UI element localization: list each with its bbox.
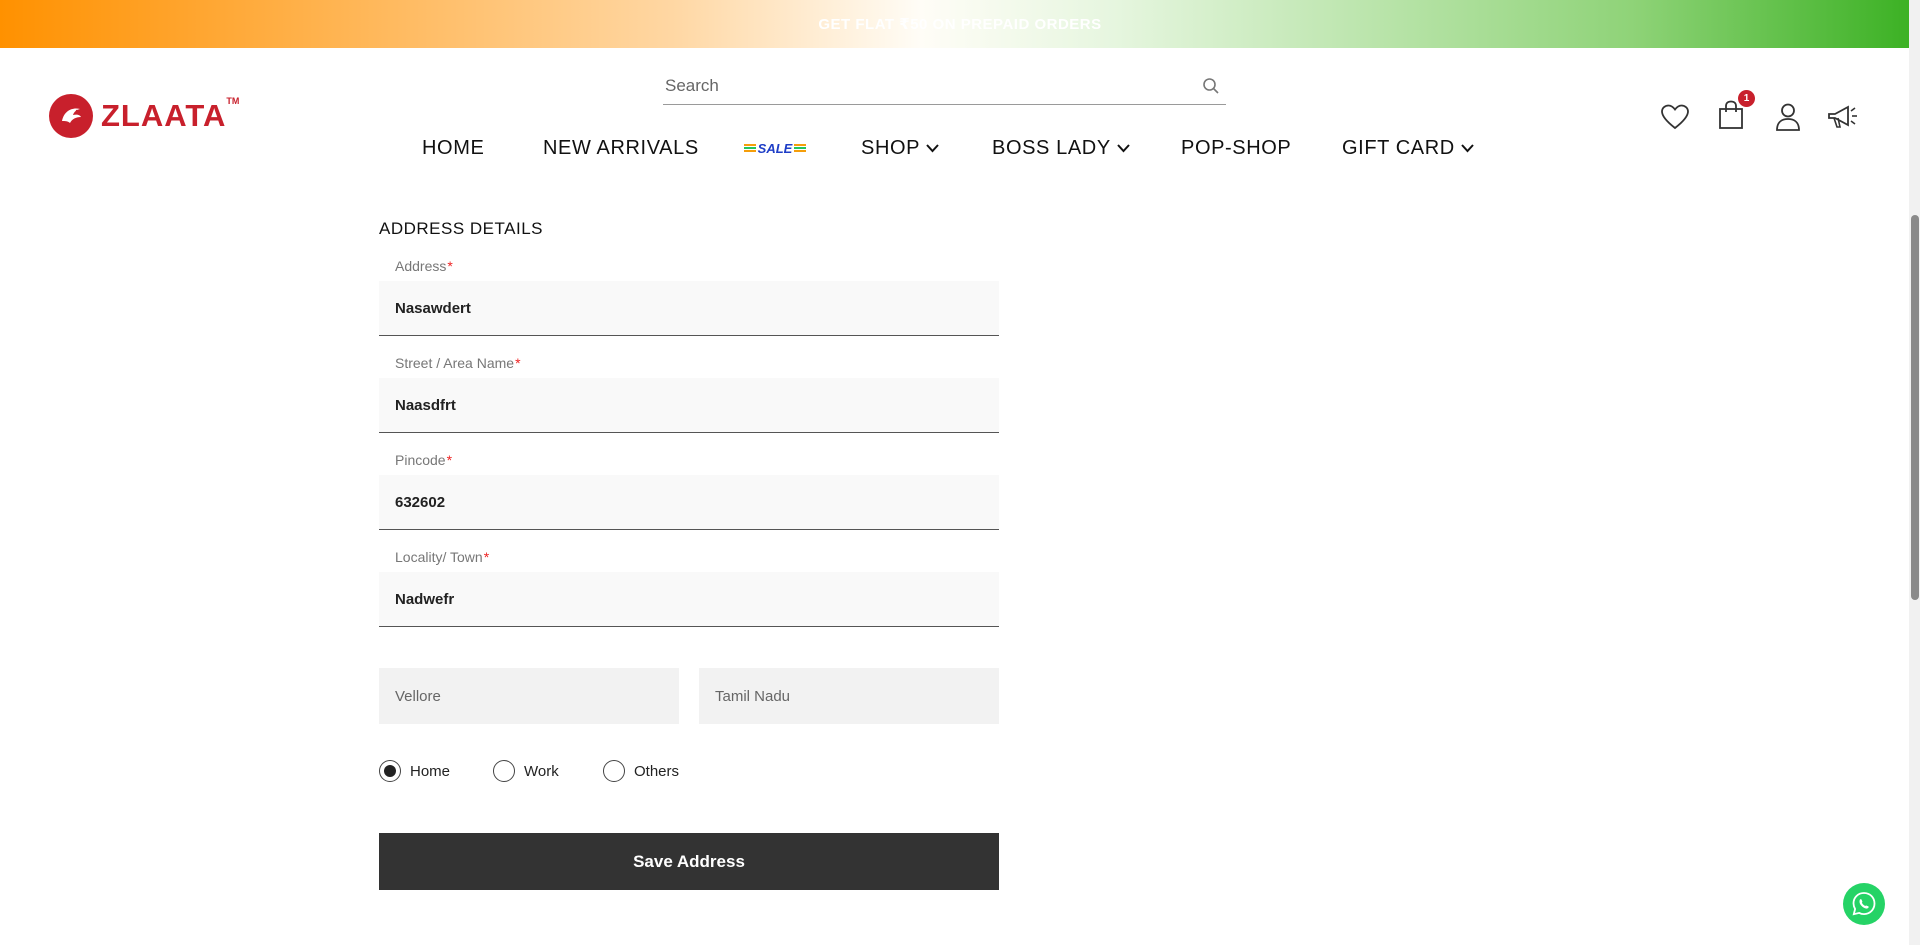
nav-pop-shop-label: POP-SHOP [1181,136,1292,159]
chevron-down-icon [926,143,939,153]
address-type-others[interactable]: Others [603,760,679,782]
address-type-home-label: Home [410,762,451,780]
search-icon[interactable] [1200,75,1222,97]
nav-new-arrivals-label: NEW ARRIVALS [543,136,699,159]
nav-boss-lady[interactable]: BOSS LADY [992,133,1130,163]
nav-home-label: HOME [422,136,485,159]
chevron-down-icon [1461,143,1474,153]
locality-field-wrapper [379,572,999,627]
address-field-wrapper [379,281,999,336]
nav-sale[interactable]: SALE [744,135,806,161]
street-label: Street / Area Name* [395,355,521,371]
locality-label: Locality/ Town* [395,549,490,565]
nav-new-arrivals[interactable]: NEW ARRIVALS [543,133,699,163]
address-label: Address* [395,258,453,274]
address-type-work-label: Work [524,762,559,780]
cart-count-badge: 1 [1738,90,1755,107]
nav-pop-shop[interactable]: POP-SHOP [1181,133,1291,163]
megaphone-icon[interactable] [1826,100,1860,134]
nav-sale-label: SALE [755,140,795,156]
nav-shop[interactable]: SHOP [861,133,939,163]
promo-banner-text: GET FLAT ₹50 ON PREPAID ORDERS [818,16,1102,33]
state-field-wrapper [699,668,999,724]
pincode-field-wrapper [379,475,999,530]
promo-banner: GET FLAT ₹50 ON PREPAID ORDERS [0,0,1920,48]
street-field[interactable] [379,378,999,432]
address-type-others-label: Others [634,762,680,780]
brand-logo[interactable]: ZLAATA TM [49,94,239,138]
main-nav: HOME NEW ARRIVALS SALE SHOP BOSS LADY PO… [0,133,1920,163]
save-address-button[interactable]: Save Address [379,833,999,890]
radio-selected-icon [379,760,401,782]
nav-home[interactable]: HOME [422,133,484,163]
search-bar [663,68,1226,105]
radio-unselected-icon [603,760,625,782]
city-field[interactable] [379,668,679,724]
nav-gift-card-label: GIFT CARD [1342,136,1455,159]
scrollbar-thumb[interactable] [1911,215,1919,600]
address-type-home[interactable]: Home [379,760,450,782]
state-field[interactable] [699,668,999,724]
heart-icon[interactable] [1658,100,1692,134]
search-input[interactable] [663,76,1200,96]
pincode-field[interactable] [379,475,999,529]
address-field[interactable] [379,281,999,335]
city-field-wrapper [379,668,679,724]
chevron-down-icon [1117,143,1130,153]
nav-shop-label: SHOP [861,136,921,159]
street-field-wrapper [379,378,999,433]
logo-bird-icon [49,94,93,138]
user-icon[interactable] [1771,100,1805,134]
whatsapp-icon[interactable] [1843,883,1885,925]
logo-trademark: TM [226,96,240,106]
logo-text: ZLAATA [101,98,227,133]
locality-field[interactable] [379,572,999,626]
section-title: ADDRESS DETAILS [379,219,544,238]
pincode-label: Pincode* [395,452,453,468]
radio-unselected-icon [493,760,515,782]
nav-boss-lady-label: BOSS LADY [992,136,1111,159]
nav-gift-card[interactable]: GIFT CARD [1342,133,1474,163]
address-type-work[interactable]: Work [493,760,559,782]
